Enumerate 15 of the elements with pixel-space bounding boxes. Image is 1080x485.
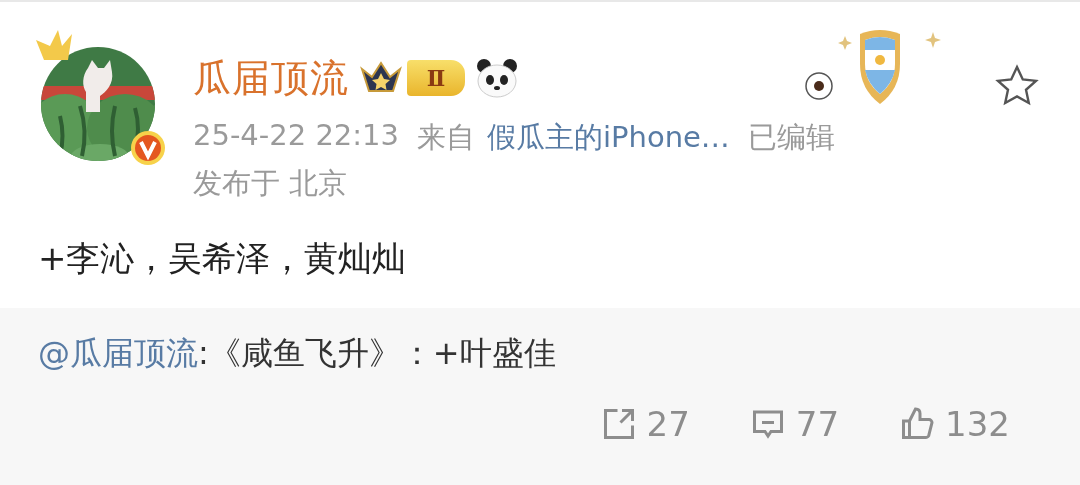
- like-button[interactable]: 132: [899, 404, 1010, 444]
- location-text: 发布于 北京: [193, 165, 349, 202]
- mention-link[interactable]: @瓜届顶流: [38, 334, 198, 372]
- comment-button[interactable]: 77: [749, 404, 840, 444]
- level-badge: Ⅱ: [407, 60, 465, 96]
- repost-text: @瓜届顶流:《咸鱼飞升》：+叶盛佳: [38, 333, 557, 374]
- repost-button[interactable]: 27: [600, 404, 690, 444]
- edited-label: 已编辑: [747, 119, 835, 156]
- source-link[interactable]: 假瓜主的iPhone…: [487, 118, 730, 158]
- source-label: 来自: [417, 119, 475, 156]
- post-text: +李沁，吴希泽，黄灿灿: [37, 237, 408, 280]
- panda-icon: [475, 57, 519, 99]
- thumbs-up-icon: [899, 406, 936, 442]
- post-time: 25-4-22 22:13: [193, 118, 399, 154]
- user-name[interactable]: 瓜届顶流: [193, 52, 349, 104]
